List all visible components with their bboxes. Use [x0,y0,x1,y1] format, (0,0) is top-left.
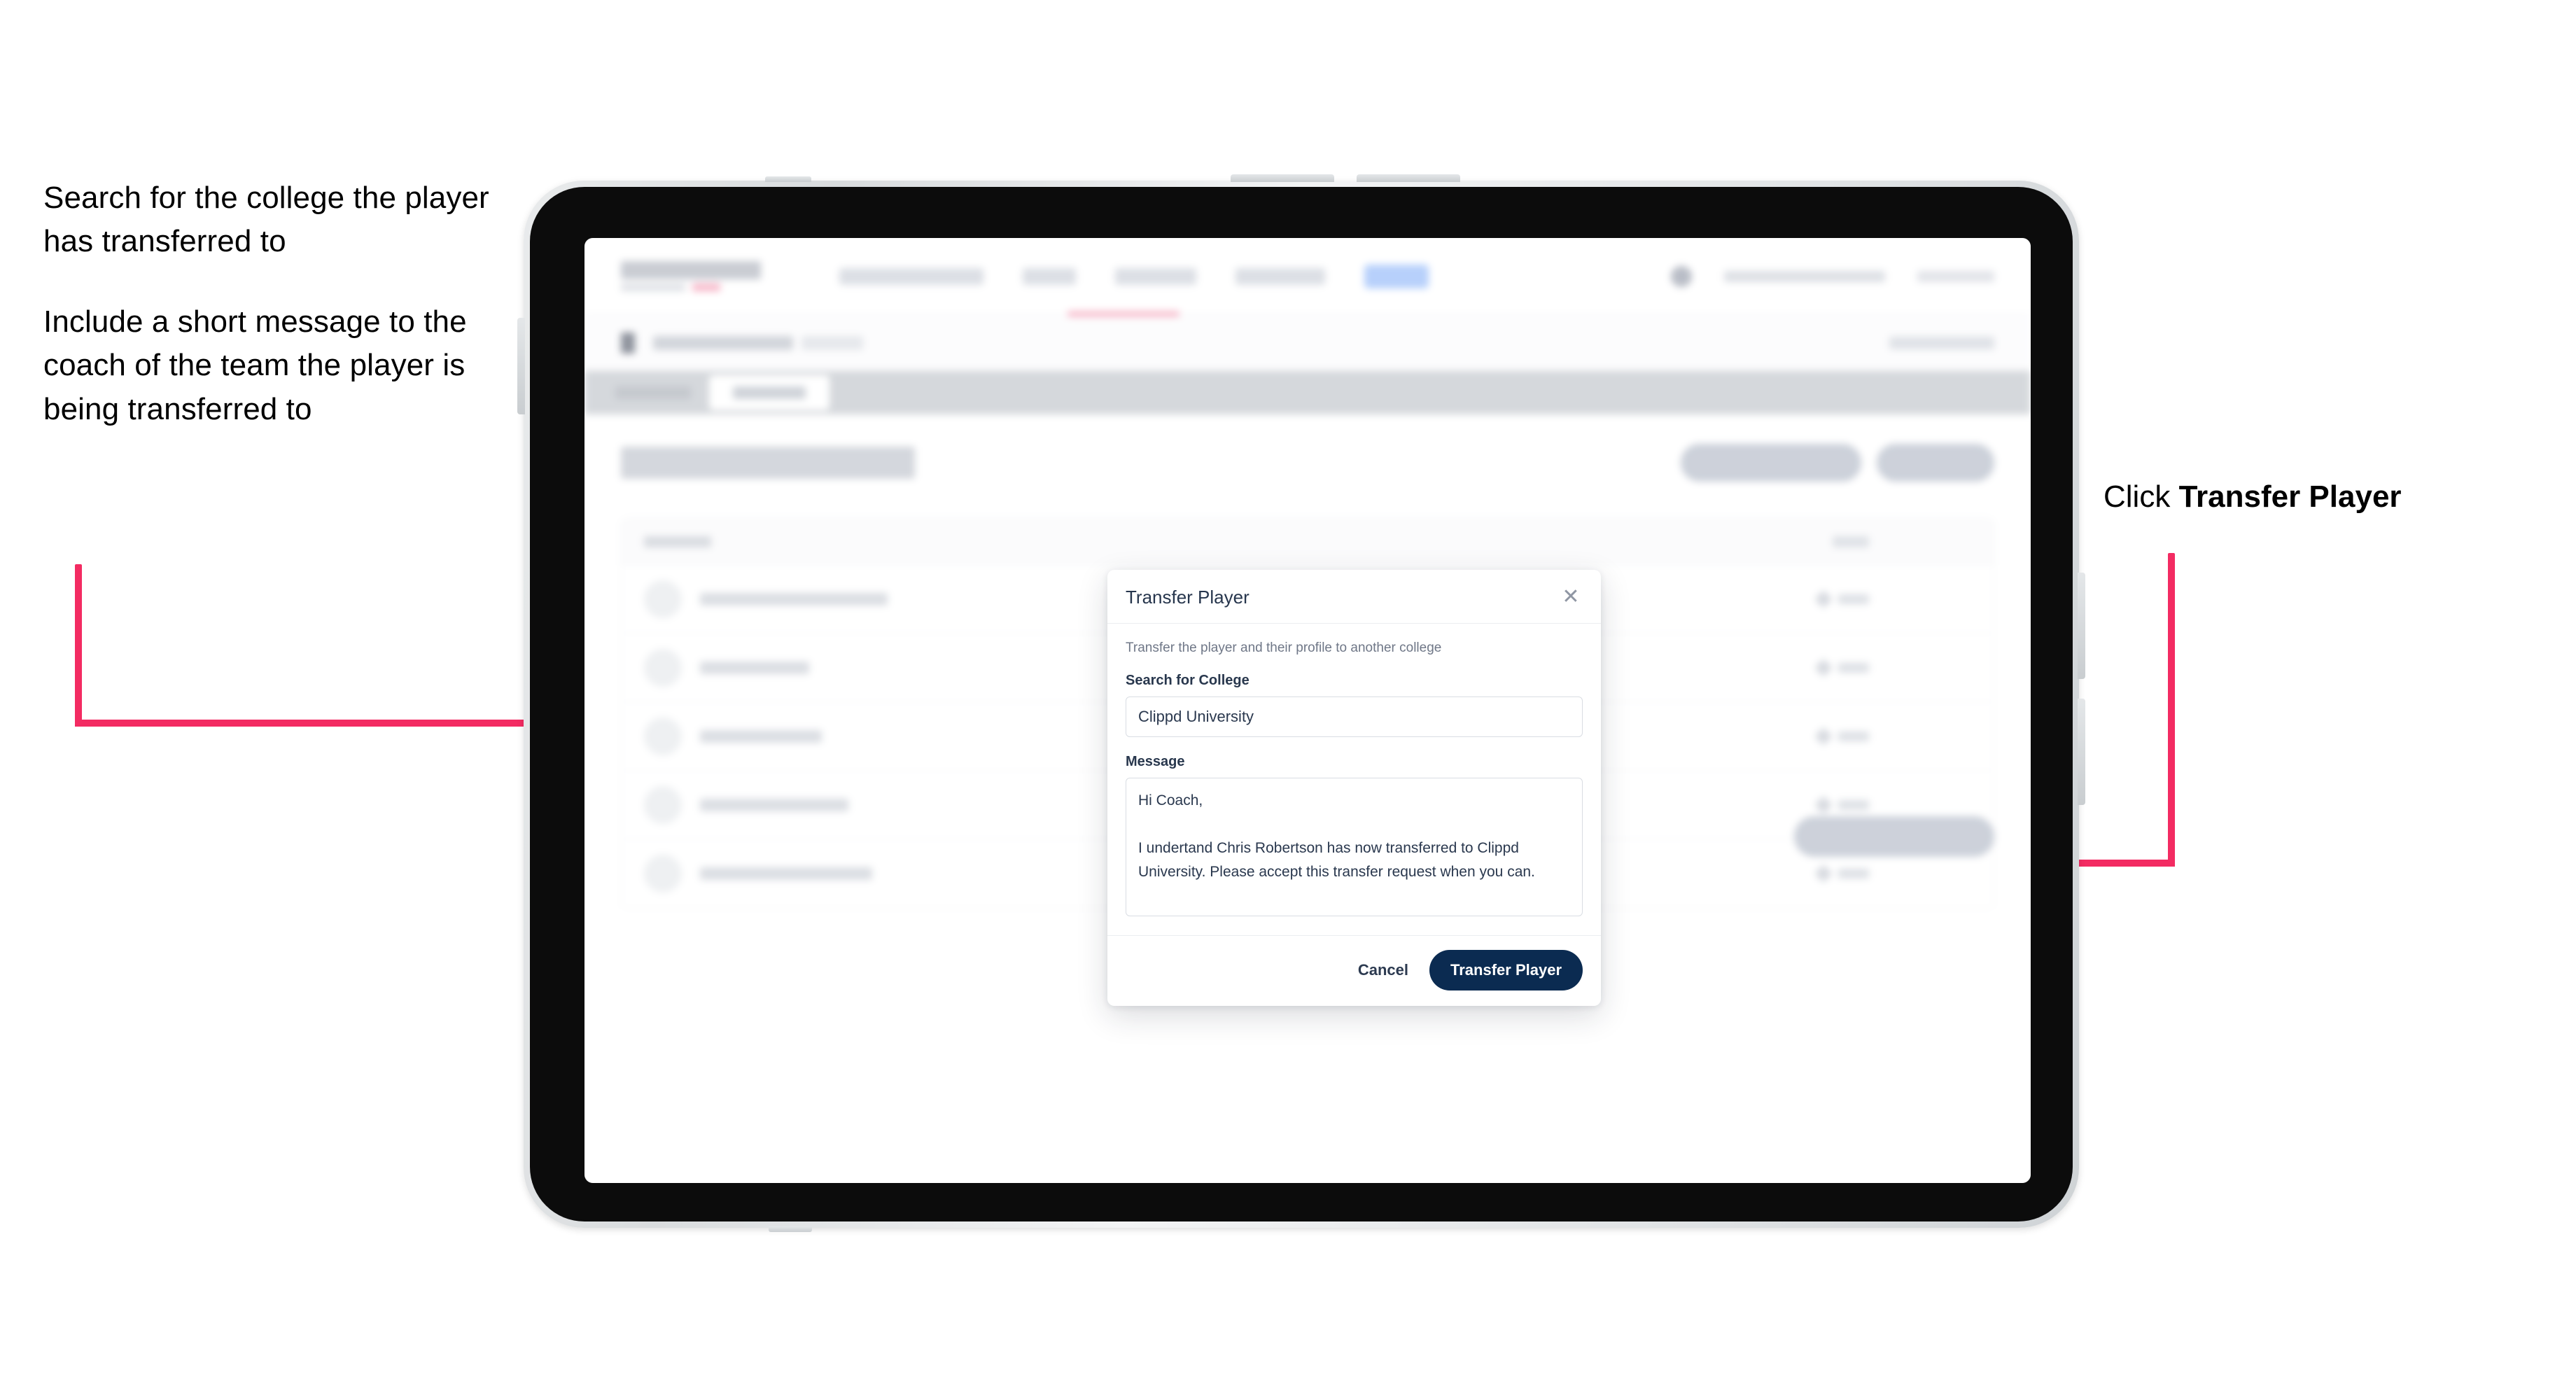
close-icon[interactable]: ✕ [1559,585,1583,609]
device-bottom-port [769,1226,812,1232]
transfer-player-dialog: Transfer Player ✕ Transfer the player an… [1107,570,1601,1006]
device-side-button-left[interactable] [517,318,525,414]
screenshot-canvas: Search for the college the player has tr… [0,0,2576,1386]
tablet-device-frame: Transfer Player ✕ Transfer the player an… [517,174,2085,1232]
message-field-label: Message [1126,754,1185,769]
volume-down-button[interactable] [1357,174,1460,182]
dialog-footer: Cancel Transfer Player [1107,935,1601,1006]
field-spacer [1126,737,1583,754]
annotation-left-line-2: Include a short message to the coach of … [43,304,467,426]
annotation-right-prefix: Click [2104,479,2179,514]
device-screen: Transfer Player ✕ Transfer the player an… [584,238,2031,1183]
volume-up-button[interactable] [1231,174,1334,182]
device-side-button-right-upper[interactable] [2078,573,2085,679]
annotation-right: Click Transfer Player [2104,476,2402,517]
device-bezel: Transfer Player ✕ Transfer the player an… [530,187,2073,1222]
dialog-title: Transfer Player [1126,586,1250,608]
transfer-player-button[interactable]: Transfer Player [1429,950,1583,990]
search-college-input[interactable] [1126,696,1583,737]
device-side-button-right-lower[interactable] [2078,699,2085,805]
annotation-connector-left-vertical [75,564,82,724]
annotation-left-line-1: Search for the college the player has tr… [43,181,489,259]
annotation-right-emphasis: Transfer Player [2178,479,2402,514]
college-field-label: Search for College [1126,673,1250,688]
annotation-connector-right-vertical [2168,553,2175,863]
dialog-description: Transfer the player and their profile to… [1126,640,1442,655]
message-textarea[interactable]: Hi Coach, I undertand Chris Robertson ha… [1126,778,1583,916]
dialog-header: Transfer Player ✕ [1107,570,1601,624]
cancel-button[interactable]: Cancel [1358,961,1408,979]
annotation-left: Search for the college the player has tr… [43,176,491,431]
power-button[interactable] [765,176,811,182]
dialog-body: Transfer the player and their profile to… [1107,624,1601,935]
